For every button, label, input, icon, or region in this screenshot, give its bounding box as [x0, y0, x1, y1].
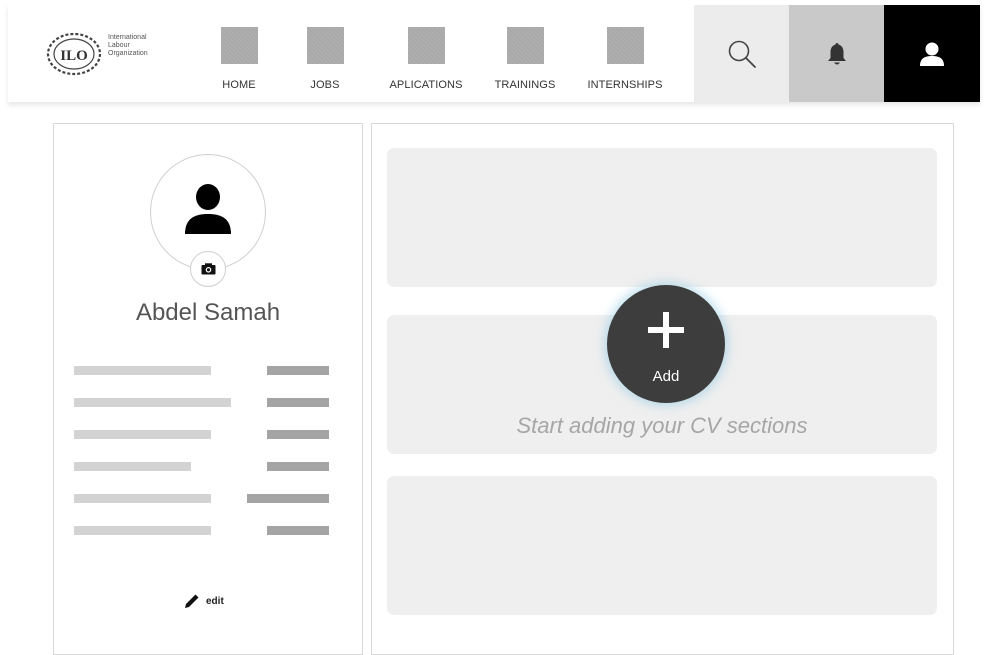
change-photo-button[interactable] — [190, 251, 226, 287]
info-row — [74, 366, 329, 376]
edit-profile-link[interactable]: edit — [184, 593, 224, 609]
info-value-placeholder — [247, 494, 329, 503]
info-label-placeholder — [74, 526, 211, 535]
plus-icon — [648, 312, 684, 348]
nav-item-internships[interactable]: INTERNSHIPS — [584, 27, 666, 93]
info-label-placeholder — [74, 462, 191, 471]
logo-line: Organization — [108, 50, 148, 57]
person-icon — [185, 184, 231, 234]
bell-icon — [827, 42, 846, 64]
info-label-placeholder — [74, 366, 211, 375]
info-row — [74, 398, 329, 408]
nav-label: APLICATIONS — [389, 79, 463, 91]
info-value-placeholder — [267, 526, 329, 535]
logo-line: Labour — [108, 42, 130, 49]
search-icon — [728, 40, 756, 68]
ilo-logo[interactable]: ILO International Labour Organization — [46, 32, 196, 76]
add-label: Add — [652, 368, 680, 385]
info-value-placeholder — [267, 366, 329, 375]
cv-empty-hint: Start adding your CV sections — [516, 413, 808, 438]
avatar[interactable] — [150, 154, 266, 287]
info-label-placeholder — [74, 398, 231, 407]
top-navigation-bar: ILO International Labour Organization HO… — [8, 5, 980, 102]
nav-label: HOME — [222, 79, 256, 91]
edit-label: edit — [206, 595, 224, 607]
logo-text: International Labour Organization — [108, 34, 198, 58]
logo-line: International — [108, 34, 147, 41]
info-value-placeholder — [267, 430, 329, 439]
cv-section-placeholder — [387, 148, 937, 287]
add-cv-section-button[interactable]: Add — [607, 285, 725, 403]
profile-name: Abdel Samah — [135, 299, 281, 326]
trainings-icon — [506, 27, 544, 64]
nav-label: TRAININGS — [494, 79, 556, 91]
info-label-placeholder — [74, 430, 211, 439]
cv-sections-panel: Start adding your CV sections Add — [371, 123, 954, 655]
internships-icon — [606, 27, 644, 64]
info-row — [74, 430, 329, 440]
nav-item-home[interactable]: HOME — [214, 27, 264, 93]
nav-item-trainings[interactable]: TRAININGS — [493, 27, 557, 93]
info-row — [74, 462, 329, 472]
cv-section-placeholder — [387, 476, 937, 615]
camera-icon — [201, 263, 215, 275]
info-row — [74, 526, 329, 536]
search-button[interactable] — [694, 5, 789, 102]
user-icon — [920, 42, 944, 66]
logo-emblem-text: ILO — [60, 48, 88, 64]
nav-item-jobs[interactable]: JOBS — [304, 27, 346, 93]
jobs-icon — [306, 27, 344, 64]
info-label-placeholder — [74, 494, 211, 503]
ilo-emblem-icon: ILO — [46, 32, 102, 76]
nav-label: JOBS — [310, 79, 340, 91]
applications-icon — [407, 27, 445, 64]
notifications-button[interactable] — [789, 5, 884, 102]
home-icon — [220, 27, 258, 64]
nav-label: INTERNSHIPS — [587, 79, 663, 91]
user-profile-button[interactable] — [884, 5, 980, 102]
info-value-placeholder — [267, 398, 329, 407]
pencil-icon — [185, 594, 199, 608]
nav-item-applications[interactable]: APLICATIONS — [385, 27, 467, 93]
info-value-placeholder — [267, 462, 329, 471]
info-row — [74, 494, 329, 504]
profile-card: Abdel Samah edit — [53, 123, 363, 655]
